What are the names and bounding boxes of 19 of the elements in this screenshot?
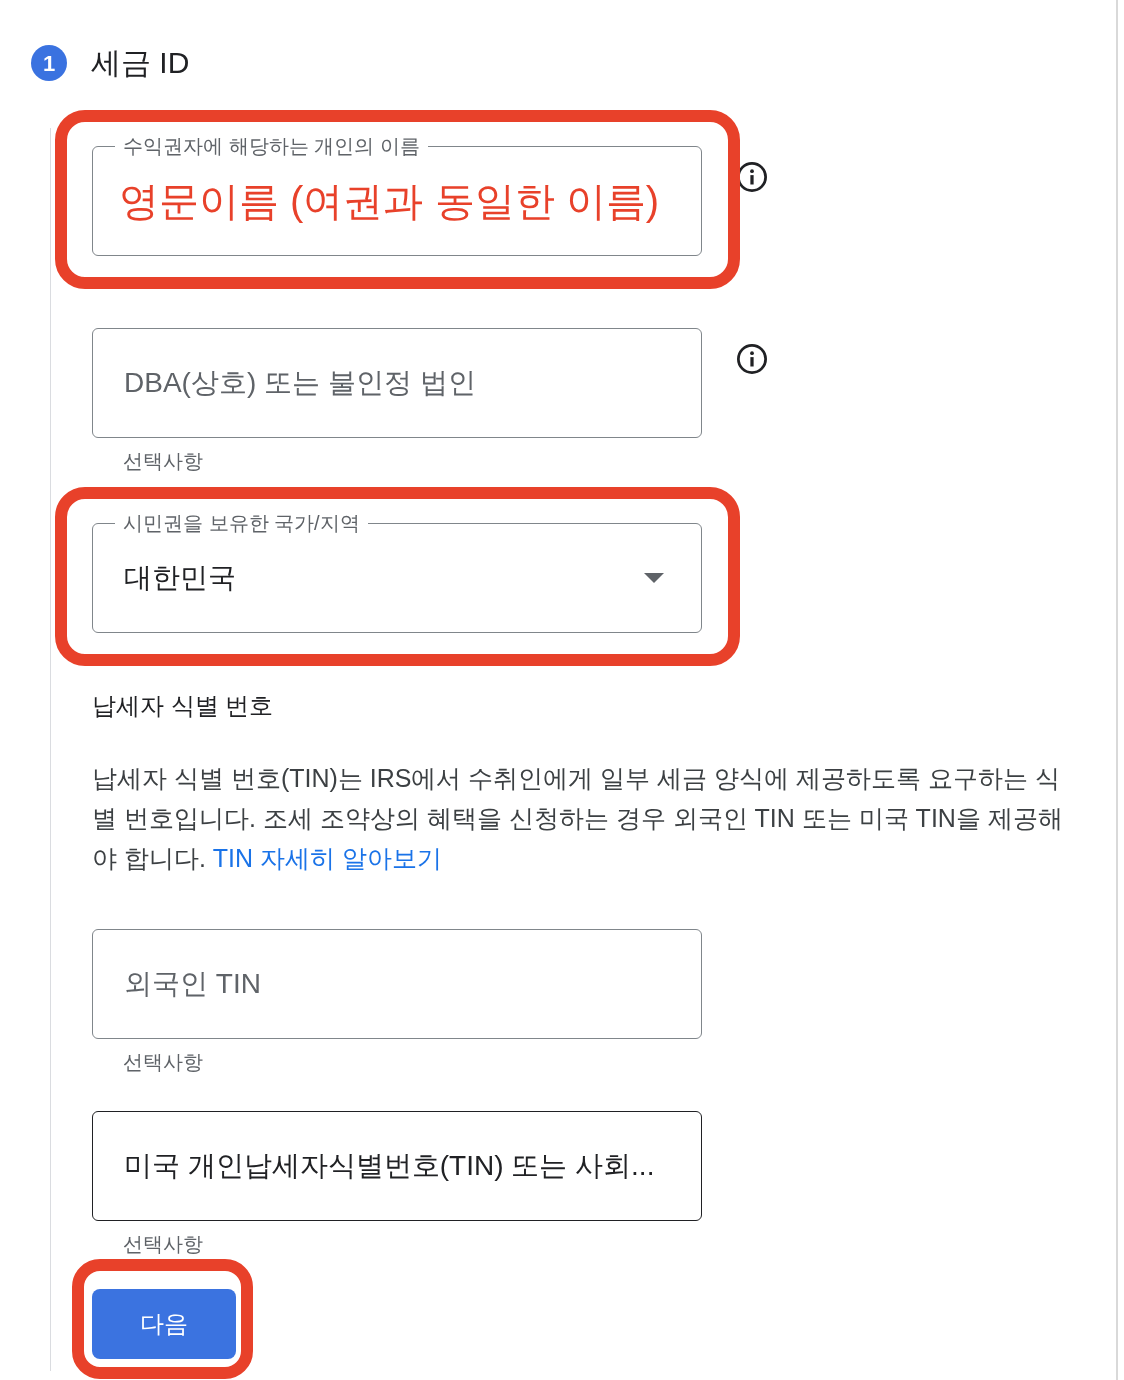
field-label: 시민권을 보유한 국가/지역 [122,511,361,536]
helper-text: 선택사항 [123,1050,203,1075]
text-field[interactable]: DBA(상호) 또는 불인정 법인 [92,328,702,438]
text-field[interactable]: 미국 개인납세자식별번호(TIN) 또는 사회... [92,1111,702,1221]
step-number: 1 [31,45,67,81]
section-heading: 납세자 식별 번호 [92,691,274,721]
description-text: 납세자 식별 번호(TIN)는 IRS에서 수취인에게 일부 세금 양식에 제공하도록 요구하는 식별 번호입니다. 조세 조약상의 혜택을 신청하는 경우 외국인 TIN 또는 미국 TIN을 제공해야 합니다. TIN 자세히 알아보기 [92,763,1064,874]
next-button[interactable]: 다음 [92,1289,236,1359]
learn-more-link[interactable]: TIN 자세히 알아보기 [212,844,442,872]
text-field[interactable]: 외국인 TIN [92,929,702,1039]
info-icon[interactable] [737,162,767,192]
helper-text: 선택사항 [123,1232,203,1257]
field-label: 수익권자에 해당하는 개인의 이름 [122,134,421,159]
annotation-text: 영문이름 (여권과 동일한 이름) [119,178,659,225]
helper-text: 선택사항 [123,449,203,474]
step-title: 세금 ID [91,45,190,81]
dropdown-triangle-icon [644,573,664,583]
selected-value: 대한민국 [124,561,236,595]
info-icon[interactable] [737,344,767,374]
